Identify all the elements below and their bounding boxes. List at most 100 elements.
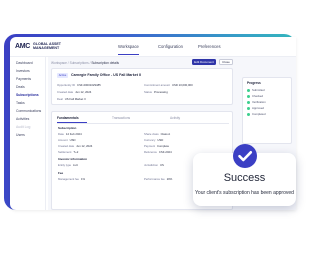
detail-row: Management fee 1% [58,177,85,181]
sidebar-item-subscriptions[interactable]: Subscriptions [16,93,39,97]
detail-row: Share class Class A [144,132,170,136]
detail-row: Performance fee 20% [144,177,172,181]
field-commitment-amount: Commitment amount USD 10,000,000 [144,83,193,87]
field-status: Status Processing [144,90,168,94]
tab-transactions[interactable]: Transactions [112,116,130,120]
sidebar-item-payments[interactable]: Payments [16,77,31,81]
sidebar-item-tasks[interactable]: Tasks [16,101,25,105]
detail-row: Payment Complete [144,144,169,148]
breadcrumb-separator: / [67,61,69,65]
toast-message: Your client's subscription has been appr… [195,190,294,196]
field-value: 1% [81,177,86,181]
field-value: US Fall Market II [64,97,86,101]
check-dot-icon [247,112,250,116]
field-value: T+2 [73,150,79,154]
field-label: Reference [144,150,157,154]
step-label: Completed [252,112,266,116]
breadcrumb: Workspace / Subscriptions / Subscription… [51,61,119,65]
section-title-investor: Investor information [58,157,88,161]
sidebar-item-dashboard[interactable]: Dashboard [16,61,33,65]
field-label: Created date [58,144,75,148]
field-value: CSF-2024 [158,150,172,154]
field-value: US [160,163,164,167]
nav-tab-configuration[interactable]: Configuration [158,44,183,49]
logo-text: GLOBAL ASSET MANAGEMENT [33,42,61,50]
step-label: Approved [252,106,264,110]
field-label: Performance fee [144,177,165,181]
field-label: Management fee [58,177,79,181]
field-value: USD [157,138,164,142]
check-dot-icon [247,106,250,110]
field-label: Opportunity ID [57,83,76,87]
field-value: 20% [166,177,173,181]
marketing-stage: AMC GLOBAL ASSET MANAGEMENT Workspace Co… [0,0,300,264]
field-value: Processing [153,90,168,94]
tab-fundamentals[interactable]: Fundamentals [57,116,79,120]
field-label: Status [144,90,152,94]
progress-step: Verification [247,100,266,104]
field-value: 12 Feb 2024 [65,132,82,136]
section-title-fee: Fee [58,171,64,175]
detail-row: Entity type LLC [58,163,78,167]
sidebar: Dashboard Investors Payments Deals Subsc… [10,57,46,210]
field-label: Share class [144,132,159,136]
edit-document-button[interactable]: Edit Document [192,59,216,65]
check-dot-icon [247,94,250,98]
sidebar-item-users[interactable]: Users [16,133,25,137]
detail-row: Date 12 Feb 2024 [58,132,82,136]
field-label: Commitment amount [144,83,170,87]
field-label: Entity type [58,163,72,167]
field-value: Class A [160,132,171,136]
detail-row: Currency USD [144,138,163,142]
breadcrumb-current: Subscription details [91,61,120,65]
breadcrumb-item[interactable]: Workspace [51,61,67,65]
sidebar-item-deals[interactable]: Deals [16,85,25,89]
step-label: Submitted [252,88,265,92]
check-dot-icon [247,88,250,92]
nav-tab-preferences[interactable]: Preferences [198,44,221,49]
step-label: Checked [252,94,264,98]
section-title-subscription: Subscription [58,126,77,130]
field-value: Jun 12, 2024 [75,90,92,94]
sidebar-item-audit-log[interactable]: Audit Log [16,125,30,129]
logo[interactable]: AMC GLOBAL ASSET MANAGEMENT [15,42,67,50]
field-opportunity-id: Opportunity ID CSF-00001029485 [57,83,101,87]
field-label: Date [58,132,64,136]
sidebar-item-communications[interactable]: Communications [16,109,41,113]
toast-title: Success [223,172,266,184]
progress-step: Submitted [247,88,265,92]
field-created-date: Created date Jun 12, 2024 [57,90,91,94]
progress-title: Progress [247,81,261,85]
detail-row: Created date Jun 12, 2024 [58,144,92,148]
step-label: Verification [252,100,266,104]
detail-row: Amount USD [58,138,76,142]
sidebar-item-investors[interactable]: Investors [16,69,30,73]
field-value: Complete [157,144,170,148]
page-title: Carnegie Family Office - US Fall Market … [71,73,141,77]
field-label: Payment [144,144,156,148]
logo-mark: AMC [15,42,31,50]
field-value: Jun 12, 2024 [76,144,93,148]
field-label: Currency [144,138,156,142]
field-label: Jurisdiction [144,163,158,167]
top-bar: AMC GLOBAL ASSET MANAGEMENT Workspace Co… [10,37,296,57]
progress-step: Approved [247,106,264,110]
field-label: Settlement [58,150,72,154]
progress-step: Completed [247,112,266,116]
field-label: Created date [57,90,74,94]
sidebar-item-activities[interactable]: Activities [16,117,29,121]
close-button[interactable]: Close [219,59,233,65]
detail-row: Reference CSF-2024 [144,150,172,154]
field-value: CSF-00001029485 [77,83,101,87]
nav-tab-workspace[interactable]: Workspace [118,44,139,55]
detail-row: Settlement T+2 [58,150,78,154]
detail-row: Jurisdiction US [144,163,164,167]
field-value: USD [69,138,76,142]
field-value: USD 10,000,000 [171,83,193,87]
field-label: Amount [58,138,68,142]
field-value: LLC [73,163,79,167]
tab-activity[interactable]: Activity [170,116,180,120]
breadcrumb-item[interactable]: Subscriptions [70,61,89,65]
progress-card: Progress Submitted Checked Verification … [242,77,292,144]
status-badge: Active [57,73,68,78]
